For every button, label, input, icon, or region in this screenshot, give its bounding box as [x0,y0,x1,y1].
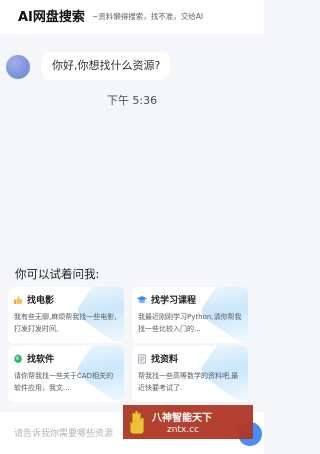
graduation-cap-icon [137,296,147,304]
greeting-bubble: 你好,你想找什么资源? [42,52,171,80]
avatar [6,55,30,79]
hand-logo-icon [129,410,145,435]
watermark-url: zntx.cc [167,425,200,435]
card-description: 请你帮我找一些关于CAD相关的软件应用，我文... [14,372,114,392]
app-tagline: ~资料懒得搜索，找不准，交给AI [92,12,204,21]
document-icon [138,354,146,364]
card-description: 帮我找一些高等数学的资料吧,最近快要考试了. [138,372,239,392]
thumbs-up-icon [14,296,23,304]
suggestion-card-course[interactable]: 找学习课程 我最近刚刚学习Python,请你帮我找一些比较入门的... [132,287,248,343]
leaf-icon [14,354,22,363]
card-title: 找电影 [27,296,55,306]
app-header: AI网盘搜索 ~资料懒得搜索，找不准，交给AI [0,0,264,34]
message-timestamp: 下午 5:36 [106,94,158,107]
card-title: 找软件 [27,355,55,365]
card-title: 找学习课程 [151,296,197,306]
suggestion-card-software[interactable]: 找软件 请你帮我找一些关于CAD相关的软件应用，我文... [8,346,124,402]
suggestion-card-material[interactable]: 找资料 帮我找一些高等数学的资料吧,最近快要考试了. [132,346,248,402]
card-description: 我最近刚刚学习Python,请你帮我找一些比较入门的... [138,313,242,333]
watermark-text: 八神智能天下 [152,413,212,424]
suggestions-title: 你可以试着问我: [15,267,100,281]
watermark: 八神智能天下 zntx.cc [123,405,253,439]
assistant-message: 你好,你想找什么资源? [6,52,206,82]
card-description: 我有些无聊,麻烦帮我找一些电影,打发打发时间, [14,313,117,333]
card-title: 找资料 [151,355,179,365]
app-title: AI网盘搜索 [18,10,85,25]
suggestion-card-movie[interactable]: 找电影 我有些无聊,麻烦帮我找一些电影,打发打发时间, [8,287,124,343]
